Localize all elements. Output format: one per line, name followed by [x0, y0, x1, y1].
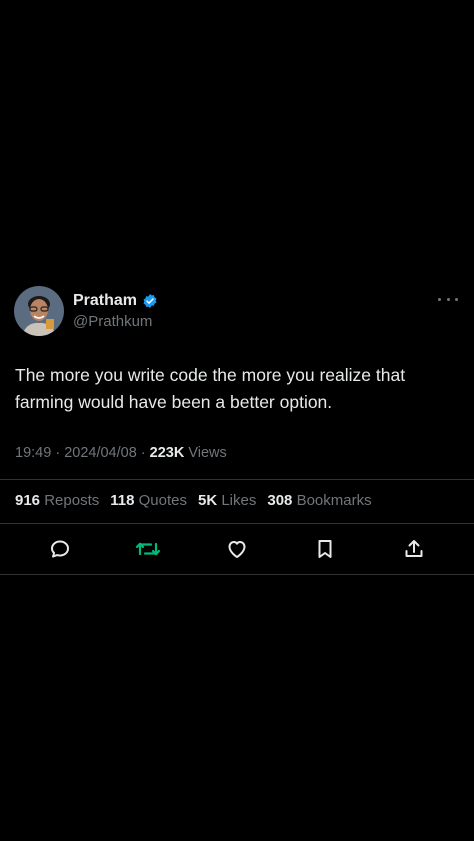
bookmarks-stat[interactable]: 308 Bookmarks	[267, 492, 371, 509]
divider	[0, 574, 474, 575]
quotes-label: Quotes	[138, 492, 187, 509]
reply-icon[interactable]	[47, 536, 73, 562]
likes-stat[interactable]: 5K Likes	[198, 492, 256, 509]
reposts-label: Reposts	[44, 492, 100, 509]
meta-separator: ·	[55, 445, 65, 461]
divider	[0, 479, 474, 480]
quotes-stat[interactable]: 118 Quotes	[110, 492, 187, 509]
reposts-count: 916	[15, 492, 41, 509]
likes-label: Likes	[221, 492, 257, 509]
avatar[interactable]	[14, 286, 64, 336]
bookmarks-label: Bookmarks	[296, 492, 372, 509]
tweet-meta: 19:49 · 2024/04/08 · 223K Views	[15, 445, 227, 461]
display-name[interactable]: Pratham	[73, 292, 137, 310]
tweet-header: Pratham @Prathkum	[0, 282, 474, 338]
divider	[0, 523, 474, 524]
author-block[interactable]: Pratham @Prathkum	[73, 291, 158, 330]
handle[interactable]: @Prathkum	[73, 313, 158, 330]
tweet-time[interactable]: 19:49	[15, 445, 51, 461]
verified-badge-icon	[142, 293, 158, 309]
share-icon[interactable]	[401, 536, 427, 562]
tweet-text: The more you write code the more you rea…	[15, 365, 406, 412]
bookmarks-count: 308	[267, 492, 293, 509]
likes-count: 5K	[197, 492, 218, 509]
meta-separator: ·	[140, 445, 150, 461]
views-label: Views	[188, 445, 227, 461]
bookmark-icon[interactable]	[312, 536, 338, 562]
repost-icon[interactable]	[135, 536, 161, 562]
reposts-stat[interactable]: 916 Reposts	[15, 492, 99, 509]
like-icon[interactable]	[224, 536, 250, 562]
engagement-stats: 916 Reposts 118 Quotes 5K Likes 308 Book…	[15, 492, 383, 509]
views-count[interactable]: 223K	[150, 445, 185, 461]
more-icon[interactable]	[438, 292, 458, 306]
action-bar	[0, 536, 474, 566]
quotes-count: 118	[110, 492, 135, 509]
tweet-date[interactable]: 2024/04/08	[64, 445, 137, 461]
tweet[interactable]: Pratham @Prathkum The more you write cod…	[0, 282, 474, 575]
